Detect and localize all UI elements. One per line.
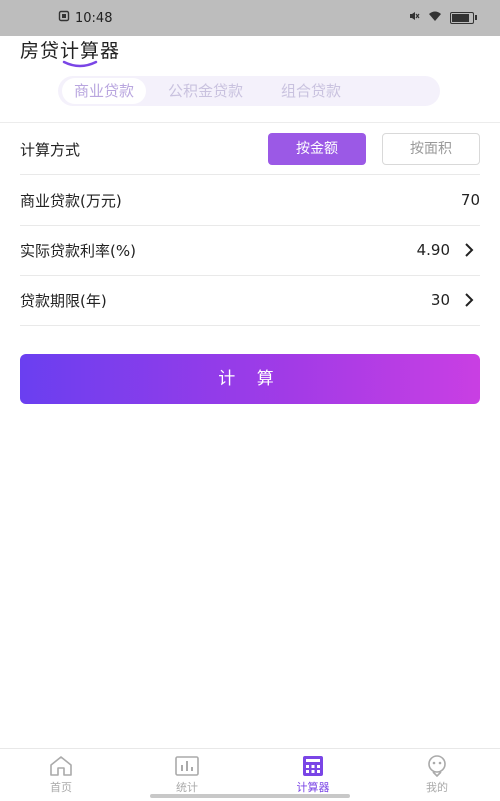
- wifi-icon: [428, 10, 442, 26]
- loan-amount-label: 商业贷款(万元): [20, 191, 122, 210]
- title-underline: [62, 60, 98, 68]
- status-time: 10:48: [75, 10, 113, 26]
- by-area-button[interactable]: 按面积: [382, 133, 480, 165]
- nav-profile-label: 我的: [426, 781, 448, 794]
- loan-term-row[interactable]: 贷款期限(年) 30: [20, 275, 480, 326]
- nav-home[interactable]: 首页: [16, 749, 106, 801]
- tab-commercial-loan[interactable]: 商业贷款: [62, 78, 147, 104]
- page-title: 房贷计算器: [20, 40, 121, 62]
- loan-term-label: 贷款期限(年): [20, 291, 107, 310]
- by-amount-button[interactable]: 按金额: [268, 133, 366, 165]
- notification-icon: [58, 10, 70, 26]
- status-bar: 10:48: [0, 0, 500, 36]
- battery-fill: [452, 14, 469, 22]
- tab-combined-loan[interactable]: 组合贷款: [269, 78, 353, 104]
- home-indicator[interactable]: [150, 794, 350, 798]
- profile-icon: [428, 755, 446, 777]
- battery-icon: [450, 12, 477, 24]
- chart-icon: [175, 756, 199, 776]
- nav-stats-label: 统计: [176, 781, 198, 794]
- interest-rate-value: 4.90: [416, 241, 450, 259]
- chevron-right-icon[interactable]: [462, 243, 476, 257]
- chevron-right-icon[interactable]: [462, 293, 476, 307]
- calculate-button[interactable]: 计 算: [20, 354, 480, 404]
- calc-method-row: 计算方式 按金额 按面积: [20, 124, 480, 175]
- divider: [0, 122, 500, 123]
- loan-amount-value[interactable]: 70: [461, 191, 480, 209]
- loan-amount-row[interactable]: 商业贷款(万元) 70: [20, 175, 480, 226]
- loan-term-value: 30: [430, 291, 450, 309]
- calculator-icon: [303, 756, 323, 776]
- interest-rate-row[interactable]: 实际贷款利率(%) 4.90: [20, 225, 480, 276]
- nav-profile[interactable]: 我的: [392, 749, 482, 801]
- home-icon: [50, 756, 72, 776]
- nav-calculator-label: 计算器: [296, 781, 330, 794]
- nav-home-label: 首页: [50, 781, 72, 794]
- status-left: 10:48: [58, 10, 112, 26]
- status-right: [408, 10, 477, 26]
- interest-rate-label: 实际贷款利率(%): [20, 241, 136, 260]
- tab-provident-fund-loan[interactable]: 公积金贷款: [156, 78, 255, 104]
- mute-icon: [408, 10, 420, 26]
- loan-type-tabs: 商业贷款 公积金贷款 组合贷款: [58, 76, 440, 106]
